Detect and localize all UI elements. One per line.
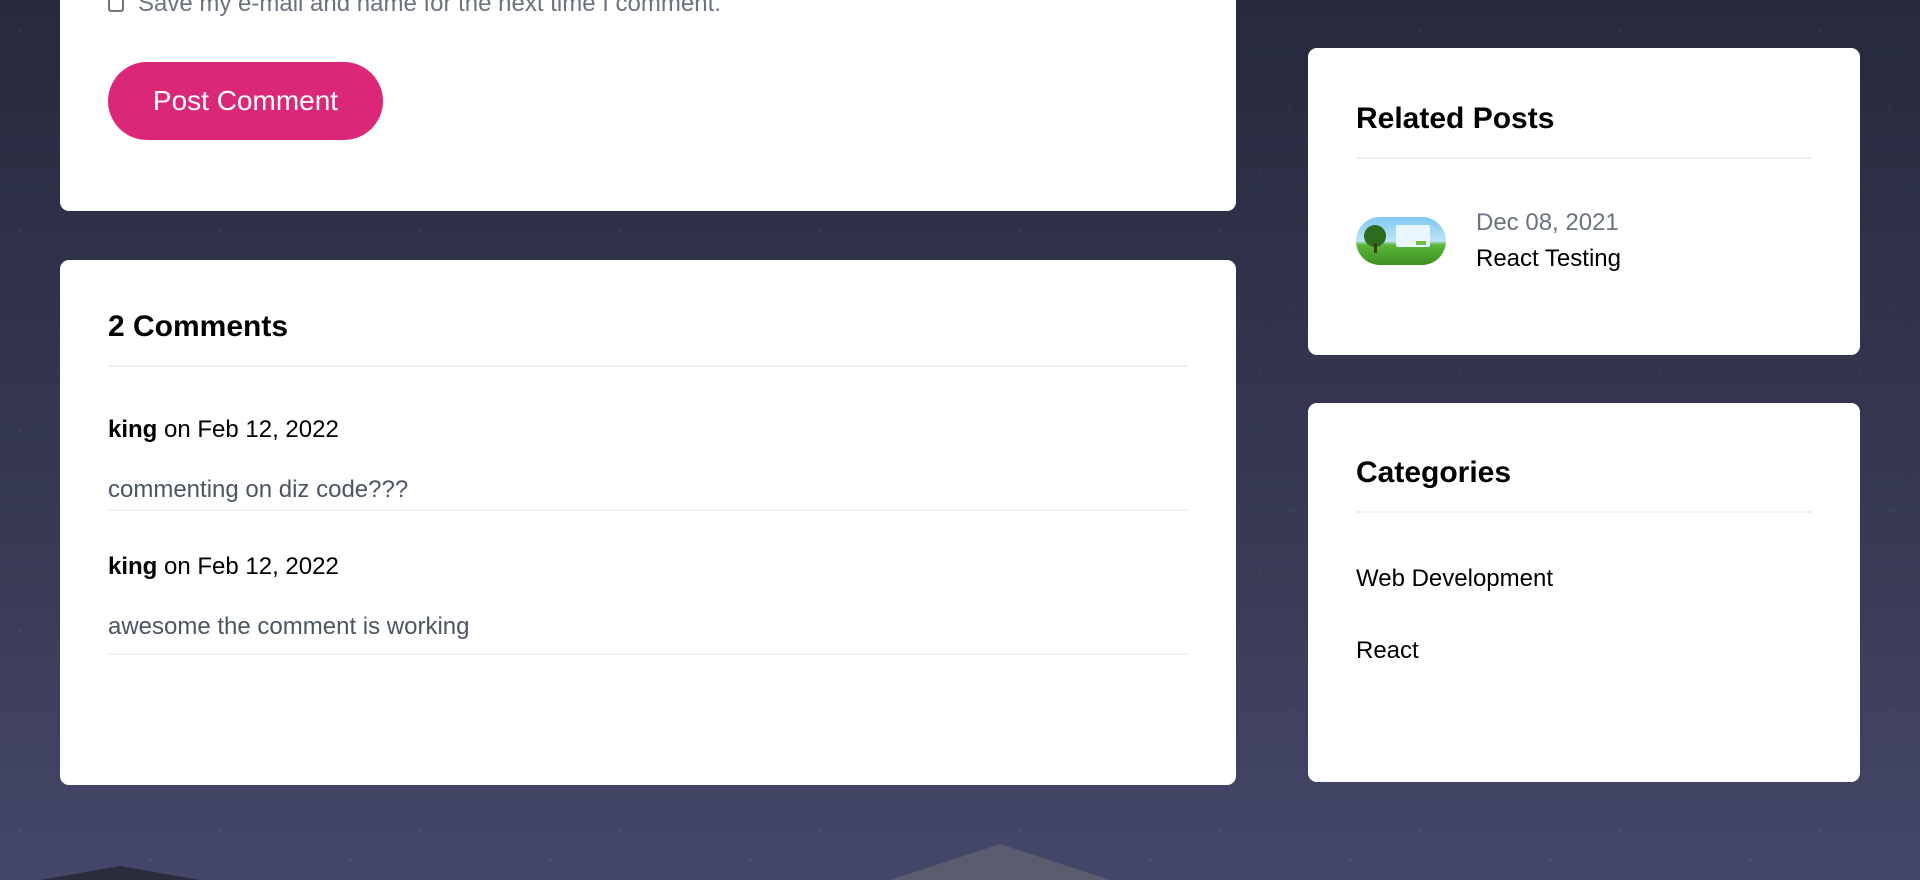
related-post-link[interactable]: React Testing [1476,245,1621,273]
category-link-react[interactable]: React [1356,637,1812,665]
comment-meta: king on Feb 12, 2022 [108,416,1188,444]
save-info-label: Save my e-mail and name for the next tim… [138,0,721,17]
comment-author: king [108,416,158,443]
divider [1356,511,1812,513]
categories-card: Categories Web Development React [1308,403,1860,782]
comment-text: commenting on diz code??? [108,476,409,503]
comment-date: on Feb 12, 2022 [157,553,339,580]
comment-item: king on Feb 12, 2022 awesome the comment… [108,511,1188,655]
comment-meta: king on Feb 12, 2022 [108,553,1188,581]
related-post-item[interactable]: Dec 08, 2021 React Testing [1356,209,1812,273]
comment-text: awesome the comment is working [108,613,470,640]
categories-title: Categories [1356,456,1512,489]
background-mountain [890,844,1110,880]
comment-form-card: Save my e-mail and name for the next tim… [60,0,1236,211]
tree-trunk [1374,243,1377,253]
save-info-checkbox[interactable] [108,0,124,12]
background-mountain [40,866,200,880]
comment-author: king [108,553,158,580]
related-post-date: Dec 08, 2021 [1476,209,1619,236]
comment-item: king on Feb 12, 2022 commenting on diz c… [108,367,1188,511]
related-posts-title: Related Posts [1356,102,1555,135]
related-posts-card: Related Posts Dec 08, 2021 React Testing [1308,48,1860,355]
comment-date: on Feb 12, 2022 [157,416,339,443]
save-info-row[interactable]: Save my e-mail and name for the next tim… [108,0,721,16]
comments-title: 2 Comments [108,310,289,343]
divider [1356,157,1812,159]
related-post-thumbnail[interactable] [1356,217,1446,265]
comments-card: 2 Comments king on Feb 12, 2022 commenti… [60,260,1236,785]
login-button-graphic [1416,241,1426,245]
post-comment-button[interactable]: Post Comment [108,62,383,140]
category-link-web-development[interactable]: Web Development [1356,565,1812,593]
categories-list: Web Development React [1356,565,1812,665]
related-post-text: Dec 08, 2021 React Testing [1476,209,1621,273]
